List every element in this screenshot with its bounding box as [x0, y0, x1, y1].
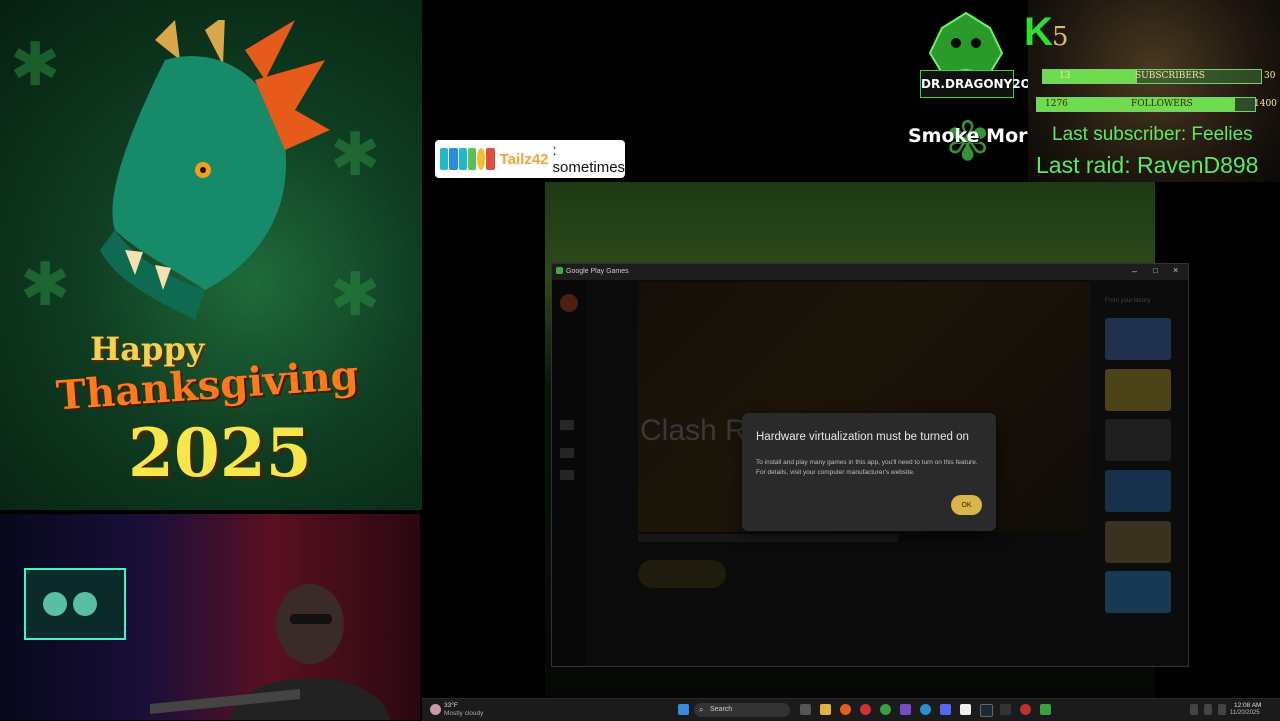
last-raid: Last raid: RavenD898 [1036, 152, 1259, 178]
leaf-icon: ✱ [330, 120, 381, 190]
dialog-title: Hardware virtualization must be turned o… [756, 431, 969, 443]
webcam-scene [24, 568, 390, 720]
minimize-icon[interactable]: – [1132, 266, 1137, 276]
chat-username: Tailz42 [499, 150, 549, 168]
subscriber-goal-fill [1043, 70, 1137, 83]
windows-taskbar: 33°F Mostly cloudy ⌕ Search 12:08 AM 11/… [422, 698, 1280, 721]
play-games-icon [556, 267, 563, 274]
firefox-icon[interactable] [840, 704, 851, 715]
subscriber-goal: 30 [1264, 71, 1276, 81]
edge-icon[interactable] [920, 704, 931, 715]
start-icon[interactable] [678, 704, 689, 715]
subscriber-goal-bar: 13 SUBSCRIBERS [1042, 69, 1262, 84]
chat-message: Tailz42 : sometimes [435, 140, 625, 178]
leaf-icon: ✱ [20, 250, 71, 320]
teams-icon[interactable] [900, 704, 911, 715]
kick-logo: K [1024, 10, 1053, 54]
clock-time[interactable]: 12:08 AM [1234, 702, 1261, 709]
badge-icon [486, 148, 495, 170]
follower-label: FOLLOWERS [1131, 99, 1193, 109]
weather-icon[interactable] [430, 704, 441, 715]
dragon-illustration [100, 20, 330, 320]
file-explorer-icon[interactable] [820, 704, 831, 715]
year-text: 2025 [128, 414, 312, 492]
thanksgiving-banner: ✱ ✱ ✱ ✱ Happy Thanksgiving 2025 [0, 0, 422, 510]
battery-icon[interactable] [1218, 704, 1226, 715]
logo-name: DR.DRAGONY2O [920, 70, 1031, 98]
maximize-icon[interactable]: □ [1153, 266, 1158, 275]
network-icon[interactable] [1190, 704, 1198, 715]
app-icon[interactable] [1020, 704, 1031, 715]
dialog-body: To install and play many games in this a… [756, 459, 978, 476]
subscriber-label: SUBSCRIBERS [1135, 71, 1205, 81]
discord-icon[interactable] [940, 704, 951, 715]
badge-icon [467, 148, 477, 170]
badge-icon [458, 148, 467, 170]
badge-icon [449, 148, 458, 170]
app-icon[interactable] [960, 704, 971, 715]
steam-icon[interactable] [980, 704, 993, 717]
weather-description[interactable]: Mostly cloudy [444, 710, 483, 717]
ok-button[interactable]: OK [951, 495, 982, 515]
weather-temperature[interactable]: 33°F [444, 702, 458, 709]
task-view-icon[interactable] [800, 704, 811, 715]
webcam-feed [0, 514, 420, 720]
leaf-icon: ✱ [330, 260, 381, 330]
window-title: Google Play Games [566, 268, 629, 275]
chat-text: : sometimes [552, 142, 626, 176]
subscriber-current: 13 [1059, 71, 1071, 81]
virtualization-dialog: Hardware virtualization must be turned o… [742, 413, 996, 531]
badge-icon [477, 148, 486, 170]
app-icon[interactable] [1000, 704, 1011, 715]
opera-icon[interactable] [860, 704, 871, 715]
kick-count: 5 [1052, 22, 1069, 52]
leaf-icon: ✱ [10, 30, 61, 100]
follower-goal-bar: 1276 FOLLOWERS [1036, 97, 1256, 112]
last-subscriber: Last subscriber: Feelies [1052, 124, 1253, 145]
search-icon: ⌕ [699, 705, 704, 714]
search-label: Search [710, 706, 733, 713]
badge-icon [440, 148, 449, 170]
smoke-more-text: Smoke More [908, 125, 1041, 147]
close-icon[interactable]: × [1173, 265, 1178, 275]
clock-date[interactable]: 11/20/2025 [1230, 710, 1260, 716]
window-titlebar: Google Play Games – □ × [552, 264, 1188, 280]
follower-goal: 1400 [1254, 99, 1277, 109]
play-games-icon[interactable] [1040, 704, 1051, 715]
chrome-icon[interactable] [880, 704, 891, 715]
taskbar-search[interactable]: ⌕ Search [694, 703, 790, 717]
follower-current: 1276 [1045, 99, 1068, 109]
volume-icon[interactable] [1204, 704, 1212, 715]
